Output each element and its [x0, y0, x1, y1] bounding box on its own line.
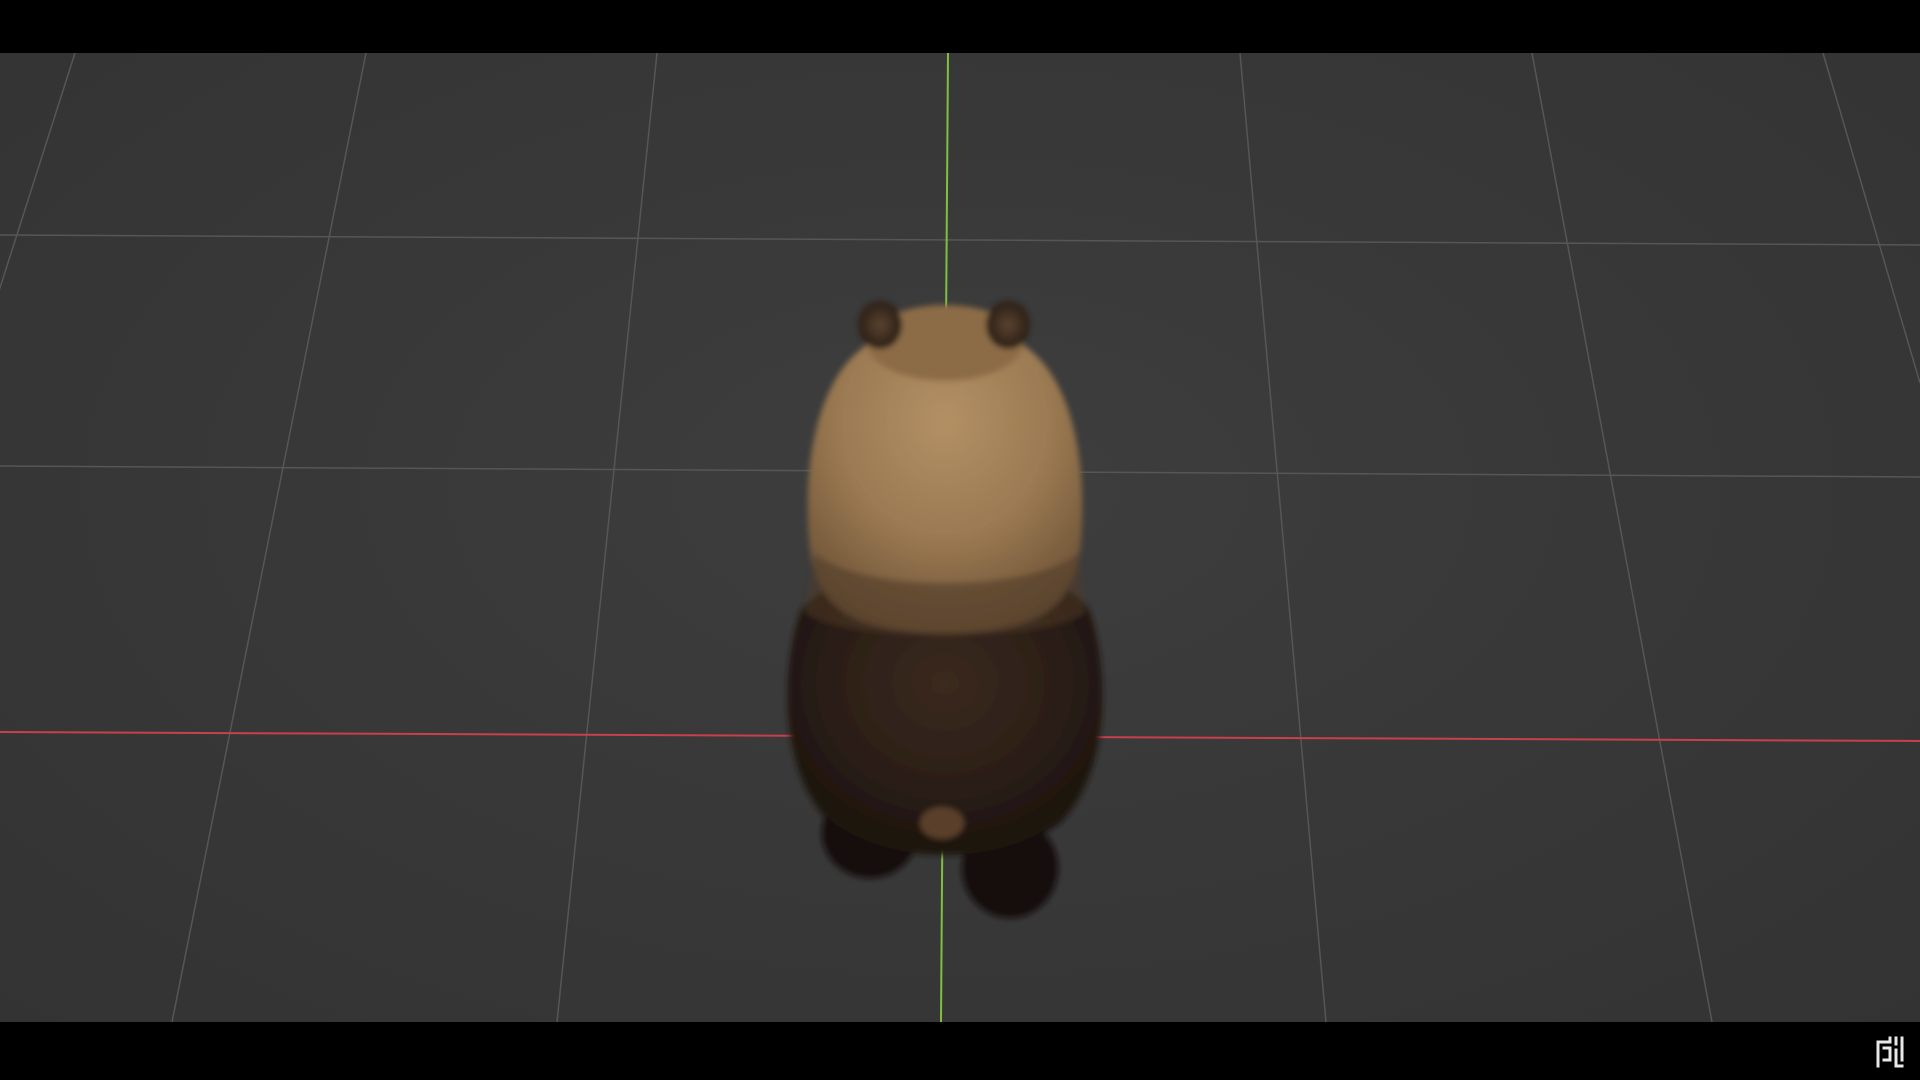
grid-line	[1822, 53, 1920, 384]
bear-model	[787, 301, 1103, 918]
grid-line	[0, 234, 1920, 246]
video-frame	[0, 0, 1920, 1080]
channel-logo-icon	[1876, 1036, 1904, 1068]
viewport-canvas	[0, 53, 1920, 1022]
letterbox-bottom-bar	[0, 1022, 1920, 1080]
bear-right-ear	[986, 301, 1030, 349]
grid-line	[1531, 53, 1713, 1022]
bear-left-ear	[858, 301, 902, 349]
grid-line	[0, 53, 76, 291]
grid-line	[1239, 53, 1327, 1022]
grid-line	[556, 53, 658, 1022]
3d-viewport[interactable]	[0, 53, 1920, 1022]
letterbox-top-bar	[0, 0, 1920, 53]
grid-line	[171, 53, 367, 1022]
bear-tail	[920, 807, 964, 839]
